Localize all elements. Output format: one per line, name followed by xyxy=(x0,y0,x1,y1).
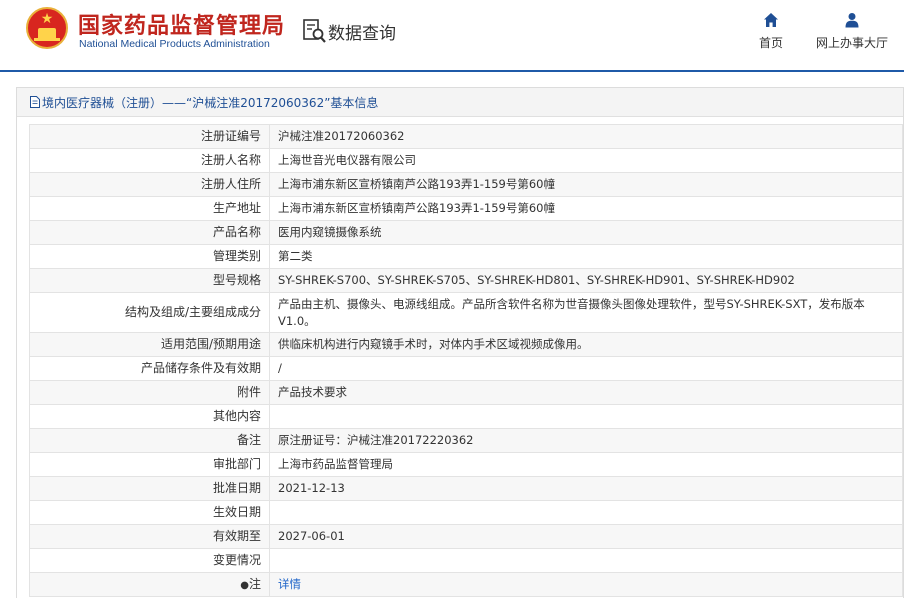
table-row: 备注 原注册证号：沪械注准20172220362 xyxy=(29,428,903,453)
national-emblem-logo: ★ xyxy=(26,7,68,49)
row-value: 上海世音光电仪器有限公司 xyxy=(269,148,903,173)
row-value: 沪械注准20172060362 xyxy=(269,124,903,149)
row-value xyxy=(269,404,903,429)
row-value: SY-SHREK-S700、SY-SHREK-S705、SY-SHREK-HD8… xyxy=(269,268,903,293)
table-row: 附件 产品技术要求 xyxy=(29,380,903,405)
row-label: 附件 xyxy=(29,380,270,405)
row-label: 其他内容 xyxy=(29,404,270,429)
row-label: 注册证编号 xyxy=(29,124,270,149)
row-label: 生产地址 xyxy=(29,196,270,221)
table-row: 生效日期 xyxy=(29,500,903,525)
row-value: 医用内窥镜摄像系统 xyxy=(269,220,903,245)
row-label: 适用范围/预期用途 xyxy=(29,332,270,357)
table-row: 注册人住所 上海市浦东新区宣桥镇南芦公路193弄1-159号第60幢 xyxy=(29,172,903,197)
row-value: 详情 xyxy=(269,572,903,597)
site-header: ★ 国家药品监督管理局 National Medical Products Ad… xyxy=(0,0,904,72)
table-row: 注册人名称 上海世音光电仪器有限公司 xyxy=(29,148,903,173)
table-row: ●注 详情 xyxy=(29,572,903,597)
table-row: 变更情况 xyxy=(29,548,903,573)
org-name-en: National Medical Products Administration xyxy=(79,38,270,50)
row-value: 上海市药品监督管理局 xyxy=(269,452,903,477)
table-row: 产品储存条件及有效期 / xyxy=(29,356,903,381)
row-value xyxy=(269,548,903,573)
row-label: 结构及组成/主要组成成分 xyxy=(29,292,270,333)
row-value: 产品由主机、摄像头、电源线组成。产品所含软件名称为世音摄像头图像处理软件，型号S… xyxy=(269,292,903,333)
row-value: 产品技术要求 xyxy=(269,380,903,405)
document-icon xyxy=(30,96,40,108)
nav-online-label: 网上办事大厅 xyxy=(815,36,888,50)
row-value: 2021-12-13 xyxy=(269,476,903,501)
table-row: 其他内容 xyxy=(29,404,903,429)
nav-online-service-hall[interactable]: 网上办事大厅 xyxy=(812,12,892,51)
info-table: 注册证编号 沪械注准20172060362 注册人名称 上海世音光电仪器有限公司 注… xyxy=(29,124,903,597)
row-label: 备注 xyxy=(29,428,270,453)
row-label: 有效期至 xyxy=(29,524,270,549)
row-label: 审批部门 xyxy=(29,452,270,477)
org-name-cn: 国家药品监督管理局 xyxy=(78,14,286,39)
table-row: 审批部门 上海市药品监督管理局 xyxy=(29,452,903,477)
user-icon xyxy=(845,13,859,28)
nav-home-label: 首页 xyxy=(758,36,783,50)
row-value: 原注册证号：沪械注准20172220362 xyxy=(269,428,903,453)
data-query-label: 数据查询 xyxy=(328,24,396,44)
nav-home[interactable]: 首页 xyxy=(756,12,786,51)
table-row: 适用范围/预期用途 供临床机构进行内窥镜手术时，对体内手术区域视频成像用。 xyxy=(29,332,903,357)
pin-icon: ● xyxy=(240,579,249,591)
table-row: 批准日期 2021-12-13 xyxy=(29,476,903,501)
row-label: 型号规格 xyxy=(29,268,270,293)
row-label: 生效日期 xyxy=(29,500,270,525)
row-value: 供临床机构进行内窥镜手术时，对体内手术区域视频成像用。 xyxy=(269,332,903,357)
home-icon xyxy=(764,13,778,27)
document-search-icon xyxy=(303,19,326,43)
table-row: 注册证编号 沪械注准20172060362 xyxy=(29,124,903,149)
row-label: 注册人名称 xyxy=(29,148,270,173)
row-label: 变更情况 xyxy=(29,548,270,573)
row-label-note: ●注 xyxy=(29,572,270,597)
panel-header: 境内医疗器械（注册）——“沪械注准20172060362”基本信息 xyxy=(17,88,903,117)
row-label: 产品名称 xyxy=(29,220,270,245)
table-row: 结构及组成/主要组成成分 产品由主机、摄像头、电源线组成。产品所含软件名称为世音摄… xyxy=(29,292,903,333)
row-value: 上海市浦东新区宣桥镇南芦公路193弄1-159号第60幢 xyxy=(269,196,903,221)
row-value: 第二类 xyxy=(269,244,903,269)
details-link[interactable]: 详情 xyxy=(278,577,301,591)
table-row: 管理类别 第二类 xyxy=(29,244,903,269)
row-label: 管理类别 xyxy=(29,244,270,269)
row-value: 2027-06-01 xyxy=(269,524,903,549)
table-row: 产品名称 医用内窥镜摄像系统 xyxy=(29,220,903,245)
row-value xyxy=(269,500,903,525)
row-value: 上海市浦东新区宣桥镇南芦公路193弄1-159号第60幢 xyxy=(269,172,903,197)
row-value: / xyxy=(269,356,903,381)
table-row: 生产地址 上海市浦东新区宣桥镇南芦公路193弄1-159号第60幢 xyxy=(29,196,903,221)
panel-title: 境内医疗器械（注册）——“沪械注准20172060362”基本信息 xyxy=(42,96,379,110)
basic-info-panel: 境内医疗器械（注册）——“沪械注准20172060362”基本信息 注册证编号沪… xyxy=(16,87,904,598)
table-row: 型号规格 SY-SHREK-S700、SY-SHREK-S705、SY-SHREK… xyxy=(29,268,903,293)
note-label: 注 xyxy=(248,576,261,591)
table-row: 有效期至 2027-06-01 xyxy=(29,524,903,549)
row-label: 批准日期 xyxy=(29,476,270,501)
row-label: 注册人住所 xyxy=(29,172,270,197)
row-label: 产品储存条件及有效期 xyxy=(29,356,270,381)
